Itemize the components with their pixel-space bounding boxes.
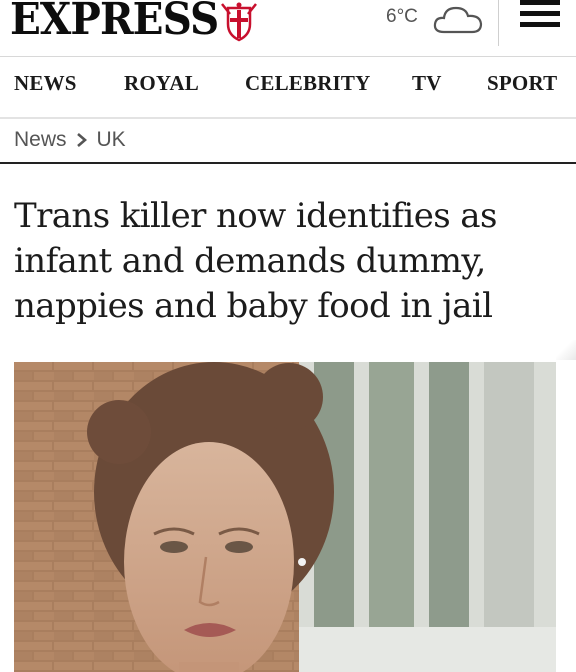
crusader-logo-icon	[221, 2, 257, 42]
nav-item-sport[interactable]: SPORT	[487, 71, 557, 96]
hamburger-menu-icon[interactable]	[520, 0, 560, 36]
nav-item-tv[interactable]: TV	[412, 71, 442, 96]
page-shadow	[556, 340, 576, 360]
article-headline: Trans killer now identifies as infant an…	[14, 196, 497, 326]
article-photo-image	[14, 362, 556, 672]
main-nav: NEWS ROYAL CELEBRITY TV SPORT	[0, 57, 576, 119]
nav-item-royal[interactable]: ROYAL	[124, 71, 199, 96]
site-logo[interactable]: EXPRESS	[10, 0, 219, 45]
weather-temperature: 6°C	[386, 6, 418, 27]
breadcrumb-uk[interactable]: UK	[97, 128, 126, 152]
article-photo[interactable]	[14, 362, 556, 672]
nav-item-news[interactable]: NEWS	[14, 71, 77, 96]
chevron-right-icon	[76, 133, 87, 147]
cloud-icon	[433, 6, 483, 34]
nav-item-celebrity[interactable]: CELEBRITY	[245, 71, 371, 96]
section-rule	[0, 162, 576, 164]
breadcrumb-news[interactable]: News	[14, 128, 67, 152]
header-divider	[498, 0, 499, 46]
breadcrumb: News UK	[14, 124, 126, 156]
site-header: EXPRESS 6°C	[0, 0, 576, 57]
